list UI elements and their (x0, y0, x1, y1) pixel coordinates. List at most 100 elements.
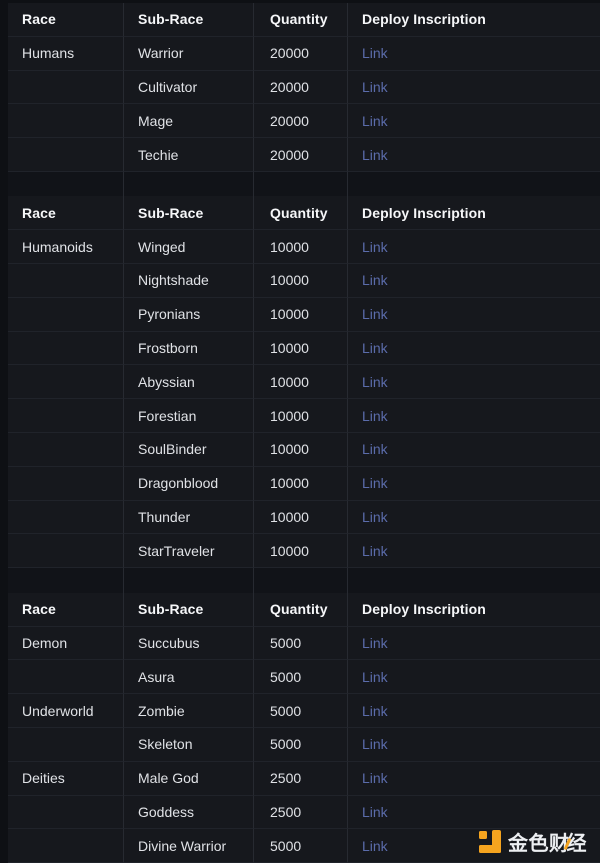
column-header-race: Race (8, 593, 123, 627)
sub-race-cell: Skeleton (123, 728, 253, 762)
quantity-cell: 10000 (253, 365, 347, 399)
column-header-deploy-inscription: Deploy Inscription (347, 3, 600, 37)
table-row: DemonSuccubus5000Link (8, 627, 600, 661)
deploy-link[interactable]: Link (362, 147, 388, 163)
deploy-inscription-cell: Link (347, 433, 600, 467)
page: { "page": { "background": "#0e1014", "ta… (0, 0, 600, 861)
column-header-sub-race: Sub-Race (123, 196, 253, 230)
deploy-inscription-cell: Link (347, 399, 600, 433)
deploy-link[interactable]: Link (362, 408, 388, 424)
sub-race-cell: Succubus (123, 627, 253, 661)
quantity-cell: 10000 (253, 264, 347, 298)
sub-race-cell: Goddess (123, 796, 253, 830)
deploy-link[interactable]: Link (362, 509, 388, 525)
race-cell (8, 399, 123, 433)
content-area: RaceSub-RaceQuantityDeploy InscriptionHu… (8, 0, 600, 863)
race-cell (8, 104, 123, 138)
column-header-quantity: Quantity (253, 3, 347, 37)
deploy-link[interactable]: Link (362, 239, 388, 255)
race-cell: Deities (8, 762, 123, 796)
deploy-link[interactable]: Link (362, 475, 388, 491)
deploy-link[interactable]: Link (362, 703, 388, 719)
sub-race-cell: Abyssian (123, 365, 253, 399)
gap-cell (123, 568, 253, 593)
deploy-inscription-cell: Link (347, 298, 600, 332)
deploy-link[interactable]: Link (362, 272, 388, 288)
quantity-cell: 10000 (253, 399, 347, 433)
quantity-cell: 10000 (253, 501, 347, 535)
deploy-inscription-cell: Link (347, 627, 600, 661)
table-row: Goddess2500Link (8, 796, 600, 830)
deploy-inscription-cell: Link (347, 365, 600, 399)
deploy-link[interactable]: Link (362, 635, 388, 651)
column-header-sub-race: Sub-Race (123, 593, 253, 627)
jinse-logo-icon (479, 830, 501, 853)
sub-race-cell: Male God (123, 762, 253, 796)
column-header-quantity: Quantity (253, 593, 347, 627)
gap-cell (347, 568, 600, 593)
header-row: RaceSub-RaceQuantityDeploy Inscription (8, 593, 600, 627)
deploy-link[interactable]: Link (362, 306, 388, 322)
quantity-cell: 10000 (253, 298, 347, 332)
gap-cell (253, 172, 347, 197)
quantity-cell: 20000 (253, 138, 347, 172)
table-row: HumanoidsWinged10000Link (8, 230, 600, 264)
table-humans: RaceSub-RaceQuantityDeploy InscriptionHu… (8, 3, 600, 172)
deploy-inscription-cell: Link (347, 264, 600, 298)
deploy-inscription-cell: Link (347, 762, 600, 796)
gap-cell (8, 172, 123, 197)
race-cell (8, 728, 123, 762)
deploy-link[interactable]: Link (362, 669, 388, 685)
table-row: Abyssian10000 Link (8, 365, 600, 399)
deploy-link[interactable]: Link (362, 736, 388, 752)
column-header-race: Race (8, 196, 123, 230)
deploy-inscription-cell: Link (347, 71, 600, 105)
table-row: SoulBinder10000Link (8, 433, 600, 467)
deploy-link[interactable]: Link (362, 45, 388, 61)
column-header-sub-race: Sub-Race (123, 3, 253, 37)
quantity-cell: 10000 (253, 534, 347, 568)
column-header-quantity: Quantity (253, 196, 347, 230)
sub-race-cell: Forestian (123, 399, 253, 433)
sub-race-cell: Nightshade (123, 264, 253, 298)
column-header-deploy-inscription: Deploy Inscription (347, 593, 600, 627)
quantity-cell: 10000 (253, 433, 347, 467)
quantity-cell: 5000 (253, 829, 347, 863)
deploy-link[interactable]: Link (362, 79, 388, 95)
table-gap (8, 172, 600, 197)
table-row: Dragonblood10000Link (8, 467, 600, 501)
header-row: RaceSub-RaceQuantityDeploy Inscription (8, 3, 600, 37)
quantity-cell: 5000 (253, 627, 347, 661)
deploy-inscription-cell: Link (347, 104, 600, 138)
table-row: DeitiesMale God2500Link (8, 762, 600, 796)
race-cell (8, 298, 123, 332)
table-humanoids: RaceSub-RaceQuantityDeploy InscriptionHu… (8, 196, 600, 568)
deploy-link[interactable]: Link (362, 804, 388, 820)
race-cell: Humanoids (8, 230, 123, 264)
deploy-link[interactable]: Link (362, 441, 388, 457)
deploy-inscription-cell: Link (347, 694, 600, 728)
deploy-link[interactable]: Link (362, 543, 388, 559)
table-row: Forestian10000 Link (8, 399, 600, 433)
sub-race-cell: Zombie (123, 694, 253, 728)
table-row: HumansWarrior20000Link (8, 37, 600, 71)
deploy-link[interactable]: Link (362, 770, 388, 786)
gap-cell (347, 172, 600, 197)
header-row: RaceSub-RaceQuantityDeploy Inscription (8, 196, 600, 230)
column-header-deploy-inscription: Deploy Inscription (347, 196, 600, 230)
table-row: Thunder10000Link (8, 501, 600, 535)
table-row: Cultivator20000Link (8, 71, 600, 105)
race-cell (8, 365, 123, 399)
deploy-link[interactable]: Link (362, 340, 388, 356)
deploy-link[interactable]: Link (362, 838, 388, 854)
table-row: UnderworldZombie5000Link (8, 694, 600, 728)
deploy-inscription-cell: Link (347, 501, 600, 535)
table-gap (8, 568, 600, 593)
deploy-link[interactable]: Link (362, 374, 388, 390)
deploy-inscription-cell: Link (347, 230, 600, 264)
race-cell (8, 138, 123, 172)
jinse-finance-watermark: 金色财 经 (479, 827, 587, 856)
deploy-link[interactable]: Link (362, 113, 388, 129)
table-row: Techie20000Link (8, 138, 600, 172)
quantity-cell: 10000 (253, 332, 347, 366)
